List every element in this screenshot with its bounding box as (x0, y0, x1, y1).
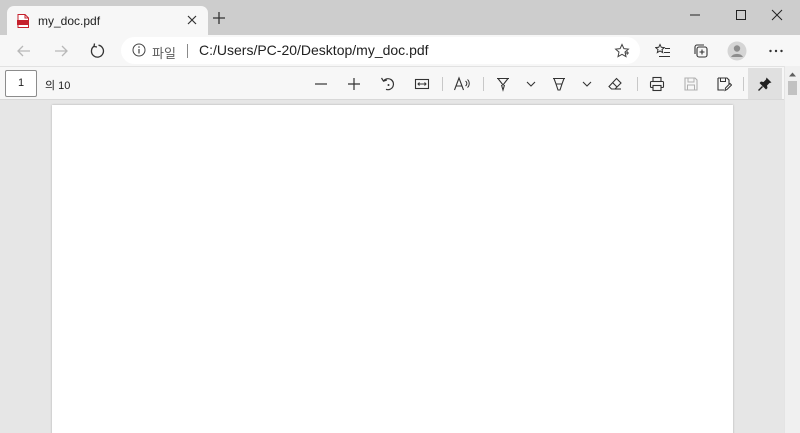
chevron-down-icon (526, 81, 536, 87)
page-total-label: 의 10 (45, 80, 71, 92)
save-button[interactable] (681, 74, 701, 94)
eraser-icon (608, 77, 622, 90)
save-as-icon (717, 77, 732, 92)
close-tab-icon[interactable] (185, 13, 199, 27)
file-scheme-label: 파일 (152, 46, 176, 61)
zoom-in-button[interactable] (344, 74, 364, 94)
profile-button[interactable] (725, 39, 749, 63)
favorites-button[interactable] (651, 39, 675, 63)
browser-window: my_doc.pdf 파일 C:/Users/PC-20/Desktop/my_… (0, 0, 800, 433)
close-icon (771, 9, 783, 21)
zoom-out-button[interactable] (311, 74, 331, 94)
tab-my-doc[interactable]: my_doc.pdf (7, 6, 208, 35)
chevron-down-icon (582, 81, 592, 87)
tab-title: my_doc.pdf (38, 14, 101, 28)
fit-page-button[interactable] (412, 74, 432, 94)
scroll-up-arrow-icon[interactable] (788, 70, 797, 79)
forward-button[interactable] (49, 39, 73, 63)
title-bar: my_doc.pdf (0, 0, 800, 35)
read-aloud-button[interactable] (452, 74, 472, 94)
back-arrow-icon (17, 45, 30, 57)
zoom-out-icon (315, 83, 327, 85)
read-aloud-icon (453, 76, 470, 91)
pin-icon (758, 77, 772, 91)
minimize-icon (690, 14, 700, 16)
toolbar-divider (743, 77, 744, 91)
pdf-file-icon (17, 14, 29, 28)
navigation-bar: 파일 C:/Users/PC-20/Desktop/my_doc.pdf (0, 35, 800, 66)
collections-icon (694, 44, 708, 58)
info-icon[interactable] (132, 43, 146, 57)
refresh-button[interactable] (85, 39, 109, 63)
rotate-button[interactable] (378, 74, 398, 94)
maximize-icon (736, 10, 746, 20)
more-dots-icon (769, 49, 783, 53)
forward-arrow-icon (55, 45, 68, 57)
scrollbar-thumb[interactable] (788, 81, 797, 95)
pdf-page (52, 105, 733, 433)
pdf-viewport[interactable] (0, 100, 784, 433)
erase-button[interactable] (605, 74, 625, 94)
draw-options-button[interactable] (521, 74, 541, 94)
save-icon (684, 77, 698, 91)
address-bar[interactable]: 파일 C:/Users/PC-20/Desktop/my_doc.pdf (121, 37, 640, 64)
url-text[interactable]: C:/Users/PC-20/Desktop/my_doc.pdf (199, 42, 429, 58)
rotate-icon (380, 77, 395, 91)
settings-more-button[interactable] (764, 39, 788, 63)
highlight-options-button[interactable] (577, 74, 597, 94)
refresh-icon (90, 43, 105, 58)
fit-page-icon (414, 78, 430, 90)
vertical-scrollbar[interactable] (784, 66, 800, 433)
toolbar-divider (637, 77, 638, 91)
save-as-button[interactable] (714, 74, 734, 94)
page-number-input[interactable]: 1 (5, 70, 37, 97)
close-window-button[interactable] (754, 0, 800, 30)
highlight-icon (553, 77, 565, 91)
toolbar-divider (483, 77, 484, 91)
address-divider (187, 44, 188, 58)
pin-toolbar-button[interactable] (748, 68, 782, 99)
minimize-button[interactable] (672, 0, 718, 30)
print-button[interactable] (647, 74, 667, 94)
toolbar-divider (442, 77, 443, 91)
add-favorite-star-icon[interactable] (614, 43, 630, 59)
back-button[interactable] (12, 39, 36, 63)
new-tab-icon[interactable] (211, 10, 227, 26)
print-icon (649, 76, 665, 92)
zoom-in-icon (348, 78, 360, 90)
pdf-toolbar: 1 의 10 (0, 66, 800, 100)
highlight-button[interactable] (549, 74, 569, 94)
avatar-icon (727, 41, 747, 61)
favorites-list-icon (655, 43, 670, 58)
draw-icon (497, 77, 509, 92)
collections-button[interactable] (689, 39, 713, 63)
draw-button[interactable] (493, 74, 513, 94)
